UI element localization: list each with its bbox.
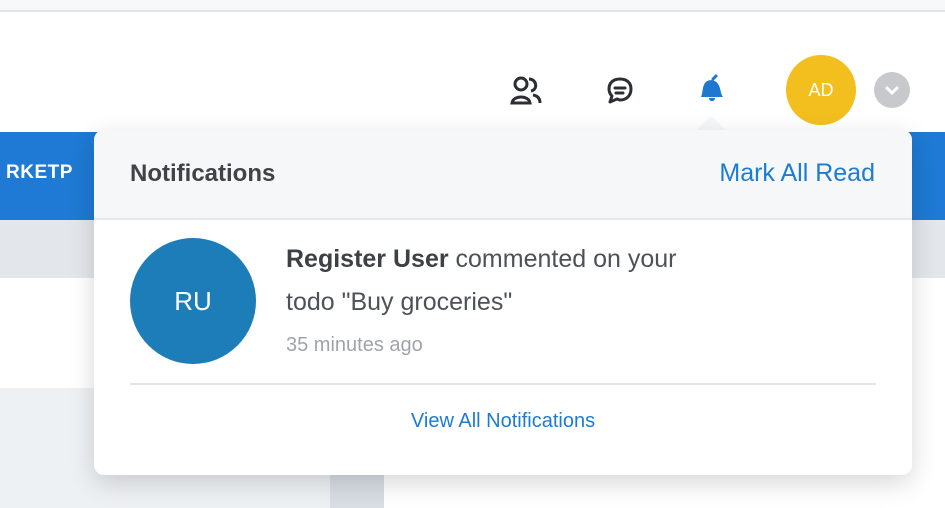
bell-icon[interactable]	[692, 72, 728, 108]
notification-item[interactable]: RU Register User commented on your todo …	[130, 238, 876, 385]
notification-user: Register User	[286, 245, 449, 273]
notification-time: 35 minutes ago	[286, 334, 423, 356]
chevron-down-icon[interactable]	[874, 72, 910, 108]
notifications-header: Notifications Mark All Read	[94, 130, 912, 220]
navigation-label[interactable]: RKETP	[6, 162, 73, 184]
users-icon-svg	[510, 76, 542, 105]
chevron-down-svg	[885, 86, 899, 95]
notification-message-part-2: todo "Buy groceries"	[286, 288, 513, 316]
chat-icon[interactable]	[602, 72, 638, 108]
notifications-title: Notifications	[130, 160, 276, 187]
users-icon[interactable]	[508, 72, 544, 108]
user-avatar[interactable]: AD	[786, 55, 856, 125]
notification-avatar: RU	[130, 238, 256, 364]
bell-icon-svg	[701, 74, 723, 101]
view-all-notifications-link[interactable]: View All Notifications	[94, 410, 912, 433]
mark-all-read-link[interactable]: Mark All Read	[719, 159, 875, 188]
notification-message: Register User commented on your todo "Bu…	[286, 238, 846, 324]
notification-avatar-initials: RU	[174, 285, 212, 316]
notification-message-part-1: commented on your	[448, 245, 677, 273]
top-border	[0, 0, 945, 12]
top-header: AD	[0, 12, 945, 132]
notifications-dropdown: Notifications Mark All Read RU Register …	[94, 130, 912, 475]
chat-icon-svg	[607, 77, 633, 104]
avatar-initials: AD	[808, 79, 834, 100]
